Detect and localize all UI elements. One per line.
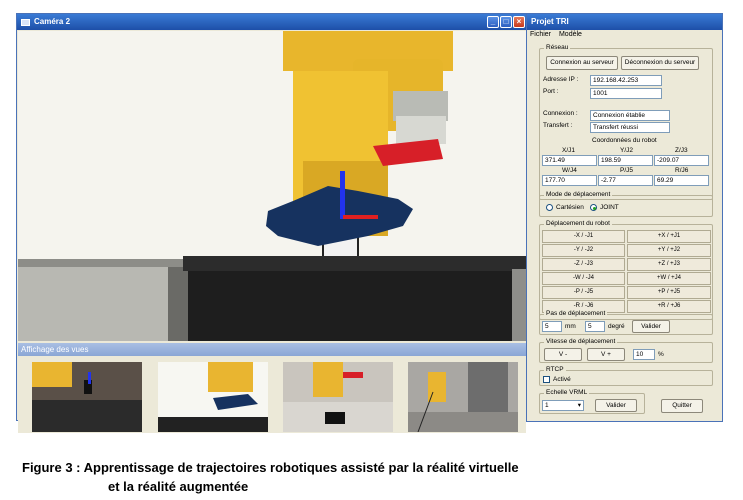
rtcp-group-title: RTCP — [544, 366, 566, 373]
port-field[interactable]: 1001 — [590, 88, 662, 99]
jog-plus-y-button[interactable]: +Y / +J2 — [627, 244, 711, 257]
speed-plus-button[interactable]: V + — [587, 348, 625, 361]
camera-scene — [18, 31, 526, 341]
vrml-scale-select[interactable]: 1 ▾ — [542, 400, 584, 411]
transfer-status: Transfert réussi — [590, 122, 670, 133]
view-thumbnail[interactable] — [283, 362, 393, 432]
minimize-button[interactable]: _ — [487, 16, 499, 28]
coord-value: 69.29 — [654, 175, 709, 186]
coords-title: Coordonnées du robot — [592, 137, 657, 144]
cartesian-label: Cartésien — [556, 204, 584, 211]
maximize-button[interactable]: □ — [500, 16, 512, 28]
view-thumbnail[interactable] — [408, 362, 518, 432]
views-panel-title: Affichage des vues — [18, 343, 526, 356]
vrml-validate-button[interactable]: Valider — [595, 399, 637, 412]
coord-value: 371.49 — [542, 155, 597, 166]
jog-plus-r-button[interactable]: +R / +J6 — [627, 300, 711, 313]
caption-line-2: et la réalité augmentée — [108, 479, 249, 494]
speed-input[interactable]: 10 — [633, 349, 655, 360]
jog-minus-x-button[interactable]: -X / -J1 — [542, 230, 625, 243]
camera-window-title: Caméra 2 — [34, 17, 71, 26]
connection-status: Connexion établie — [590, 110, 670, 121]
coord-header: Y/J2 — [620, 147, 634, 154]
jog-minus-p-button[interactable]: -P / -J5 — [542, 286, 625, 299]
caption-line-1: Figure 3 : Apprentissage de trajectoires… — [22, 460, 519, 475]
transfer-label: Transfert : — [543, 122, 573, 129]
coord-value: 198.59 — [598, 155, 653, 166]
coord-value: 177.70 — [542, 175, 597, 186]
view-thumbnail[interactable] — [32, 362, 142, 432]
camera-titlebar[interactable]: Caméra 2 _ □ × — [17, 14, 526, 30]
project-window: Projet TRI Fichier Modèle Réseau Connexi… — [526, 13, 723, 422]
step-mm-unit: mm — [565, 323, 576, 330]
figure-caption: Figure 3 : Apprentissage de trajectoires… — [22, 458, 519, 496]
camera-window: Caméra 2 _ □ × Affichage des vues — [16, 13, 527, 433]
coord-header: W/J4 — [562, 167, 577, 174]
coord-header: X/J1 — [562, 147, 576, 154]
port-label: Port : — [543, 88, 559, 95]
ip-label: Adresse IP : — [543, 76, 579, 83]
step-deg-input[interactable]: 5 — [585, 321, 605, 332]
vrml-group-title: Echelle VRML — [544, 389, 590, 396]
cartesian-radio[interactable] — [546, 204, 553, 211]
coord-header: P/J5 — [620, 167, 634, 174]
rtcp-checkbox[interactable] — [543, 376, 550, 383]
mode-group-title: Mode de déplacement — [544, 191, 613, 198]
speed-unit: % — [658, 351, 664, 358]
project-titlebar[interactable]: Projet TRI — [527, 14, 722, 30]
jog-minus-w-button[interactable]: -W / -J4 — [542, 272, 625, 285]
coord-header: Z/J3 — [675, 147, 688, 154]
jog-plus-p-button[interactable]: +P / +J5 — [627, 286, 711, 299]
rtcp-group: RTCP Activé — [539, 366, 713, 386]
jog-plus-z-button[interactable]: +Z / +J3 — [627, 258, 711, 271]
joint-label: JOINT — [600, 204, 619, 211]
menu-modele[interactable]: Modèle — [559, 31, 582, 38]
coord-value: -209.07 — [654, 155, 709, 166]
network-group-title: Réseau — [544, 44, 571, 51]
rtcp-label: Activé — [553, 376, 571, 383]
jog-plus-w-button[interactable]: +W / +J4 — [627, 272, 711, 285]
project-window-title: Projet TRI — [531, 17, 569, 26]
ip-field[interactable]: 192.168.42.253 — [590, 75, 662, 86]
jog-group-title: Déplacement du robot — [544, 220, 612, 227]
menu-fichier[interactable]: Fichier — [530, 31, 551, 38]
speed-minus-button[interactable]: V - — [544, 348, 582, 361]
network-group: Réseau Connexion au serveur Déconnexion … — [539, 44, 713, 200]
connect-button[interactable]: Connexion au serveur — [546, 56, 618, 70]
joint-radio[interactable] — [590, 204, 597, 211]
camera-view — [18, 31, 526, 341]
jog-group: Déplacement du robot -X / -J1 +X / +J1 -… — [539, 220, 713, 320]
step-validate-button[interactable]: Valider — [632, 320, 670, 333]
coord-value: -2.77 — [598, 175, 653, 186]
jog-plus-x-button[interactable]: +X / +J1 — [627, 230, 711, 243]
quit-button[interactable]: Quitter — [661, 399, 703, 413]
mode-group: Mode de déplacement Cartésien JOINT — [539, 191, 713, 217]
jog-minus-z-button[interactable]: -Z / -J3 — [542, 258, 625, 271]
view-thumbnail[interactable] — [158, 362, 268, 432]
jog-minus-y-button[interactable]: -Y / -J2 — [542, 244, 625, 257]
step-group-title: Pas de déplacement — [544, 310, 608, 317]
step-mm-input[interactable]: 5 — [542, 321, 562, 332]
disconnect-button[interactable]: Déconnexion du serveur — [621, 56, 699, 70]
vrml-group: Echelle VRML 1 ▾ Valider — [539, 389, 645, 414]
speed-group-title: Vitesse de déplacement — [544, 338, 618, 345]
vrml-scale-value: 1 — [545, 402, 549, 409]
window-icon — [21, 18, 30, 26]
step-group: Pas de déplacement 5 mm 5 degré Valider — [539, 310, 713, 335]
coord-header: R/J6 — [675, 167, 689, 174]
close-button[interactable]: × — [513, 16, 525, 28]
chevron-down-icon: ▾ — [577, 402, 581, 409]
connection-label: Connexion : — [543, 110, 578, 117]
step-deg-unit: degré — [608, 323, 625, 330]
views-panel: Affichage des vues — [18, 343, 526, 433]
menu-bar: Fichier Modèle — [527, 30, 722, 40]
speed-group: Vitesse de déplacement V - V + 10 % — [539, 338, 713, 363]
